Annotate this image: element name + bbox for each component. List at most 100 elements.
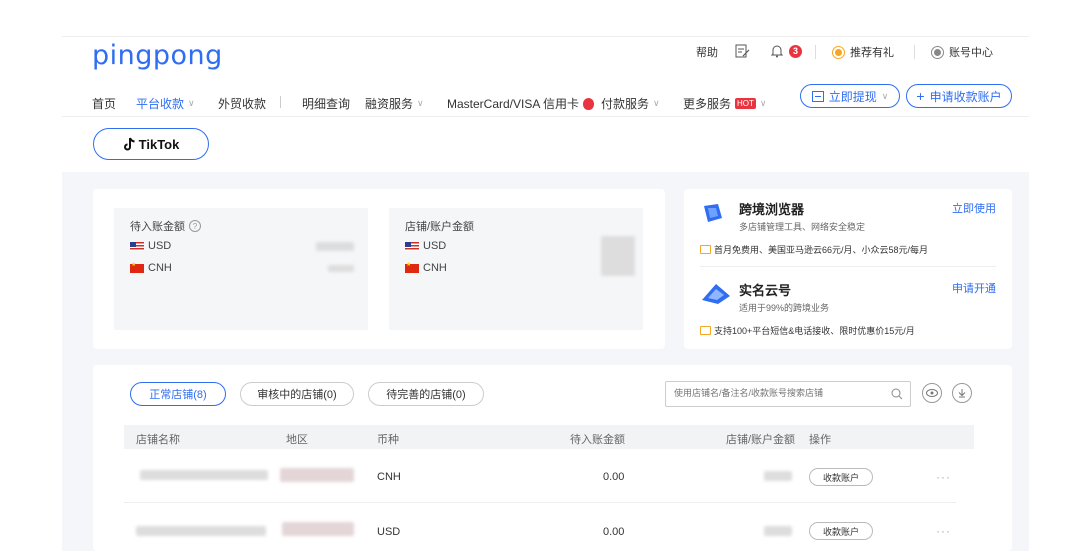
pingpong-logo[interactable]: pingpong [92,40,223,71]
download-icon[interactable] [952,383,972,403]
us-flag-icon [405,241,419,251]
tab-normal-stores[interactable]: 正常店铺(8) [130,382,226,406]
nav-separator [280,96,281,108]
store-cnh-row: CNH [405,261,447,274]
util-separator [815,45,816,59]
hot-badge: HOT [735,98,756,109]
service-promo: 支持100+平台短信&电话接收、限时优惠价15元/月 [700,324,915,337]
store-title-label: 店铺/账户金额 [405,221,475,233]
chevron-down-icon: ∨ [653,98,660,108]
wallet-icon [811,90,824,102]
redacted-value [764,471,792,481]
column-header: 待入账金额 [570,434,625,446]
referral-link[interactable]: 推荐有礼 [833,44,894,60]
pending-cell: 0.00 [603,526,625,538]
store-title: 店铺/账户金额 [405,218,474,234]
plus-icon: + [916,88,925,104]
currency-label: USD [423,240,447,252]
tiktok-icon [123,137,135,150]
tab-label: 待完善的店铺(0) [386,389,466,401]
us-flag-icon [130,241,144,251]
currency-label: CNH [423,262,447,274]
nav-home[interactable]: 首页 [92,95,116,112]
referral-icon [833,46,844,58]
help-label: 帮助 [696,47,718,59]
promo-text: 支持100+平台短信&电话接收、限时优惠价15元/月 [714,326,915,336]
more-icon[interactable]: ··· [936,524,951,538]
currency-cell: USD [377,526,401,538]
service-divider [700,266,996,267]
chevron-down-icon: ∨ [417,98,424,108]
promo-tag-icon [700,326,711,335]
help-link[interactable]: 帮助 [696,44,718,60]
nav-more[interactable]: 更多服务 HOT ∨ [683,95,767,112]
search-icon[interactable] [891,388,903,400]
receiving-account-button[interactable]: 收款账户 [809,468,873,486]
redacted-value [601,236,635,276]
use-now-link[interactable]: 立即使用 [952,200,996,216]
chevron-down-icon: ∨ [881,90,889,101]
redacted-value [316,242,354,251]
table-header [124,425,974,449]
row-divider [124,502,956,503]
redacted-region [282,522,354,536]
apply-account-button[interactable]: + 申请收款账户 [906,84,1012,108]
pending-cnh-row: CNH [130,261,172,274]
pending-title-label: 待入账金额 [130,221,185,233]
more-icon[interactable]: ··· [936,470,951,484]
cloud-phone-icon [702,284,730,304]
nav-details[interactable]: 明细查询 [302,95,350,112]
service-subtitle: 适用于99%的跨境业务 [739,303,830,313]
withdraw-button[interactable]: 立即提现 ∨ [800,84,900,108]
apply-open-link[interactable]: 申请开通 [952,280,996,296]
service-subtitle: 多店铺管理工具、网络安全稳定 [739,222,866,232]
nav-card-label: MasterCard/VISA 信用卡 [447,97,580,111]
store-usd-row: USD [405,240,446,252]
redacted-region [280,468,354,482]
nav-payment[interactable]: 付款服务 ∨ [601,95,660,112]
store-search [665,381,911,407]
service-title: 跨境浏览器 [739,202,805,217]
nav-finance-label: 融资服务 [365,97,414,111]
nav-card[interactable]: MasterCard/VISA 信用卡 [447,95,595,112]
notification-button[interactable]: 3 [771,44,802,58]
tab-label: 正常店铺(8) [149,389,207,401]
currency-cell: CNH [377,471,401,483]
chevron-down-icon: ∨ [188,98,195,108]
tab-incomplete-stores[interactable]: 待完善的店铺(0) [368,382,484,406]
receiving-account-button[interactable]: 收款账户 [809,522,873,540]
eye-icon[interactable] [922,383,942,403]
apply-label: 申请收款账户 [929,89,1002,104]
service-promo: 首月免费用、美国亚马逊云66元/月、小众云58元/每月 [700,243,928,256]
cn-flag-icon [130,261,144,273]
pending-cell: 0.00 [603,471,625,483]
nav-divider [62,116,1029,117]
chevron-down-icon: ∨ [759,98,767,108]
promo-tag-icon [700,245,711,254]
edit-note-icon [735,44,750,58]
edit-note-button[interactable] [735,44,750,58]
redacted-store-name [140,470,268,480]
column-header: 店铺名称 [136,434,180,446]
referral-label: 推荐有礼 [850,47,894,59]
header-divider [62,36,1029,37]
account-label: 账号中心 [949,47,993,59]
column-header: 币种 [377,434,399,446]
search-input[interactable] [674,388,874,398]
column-header: 地区 [286,434,308,446]
account-icon [932,46,943,58]
pending-title: 待入账金额 ? [130,218,201,234]
nav-finance[interactable]: 融资服务 ∨ [365,95,424,112]
nav-payment-label: 付款服务 [601,97,650,111]
tab-reviewing-stores[interactable]: 审核中的店铺(0) [240,382,354,406]
cn-flag-icon [405,261,419,273]
help-circle-icon[interactable]: ? [189,220,201,232]
column-header: 店铺/账户金额 [726,434,796,446]
bell-icon [771,45,783,58]
service-title: 实名云号 [739,283,792,298]
tab-tiktok[interactable]: TikTok [93,128,209,160]
nav-platform[interactable]: 平台收款 ∨ [136,95,195,112]
notification-badge: 3 [789,44,802,58]
nav-trade[interactable]: 外贸收款 [218,95,266,112]
account-center-link[interactable]: 账号中心 [932,44,993,60]
